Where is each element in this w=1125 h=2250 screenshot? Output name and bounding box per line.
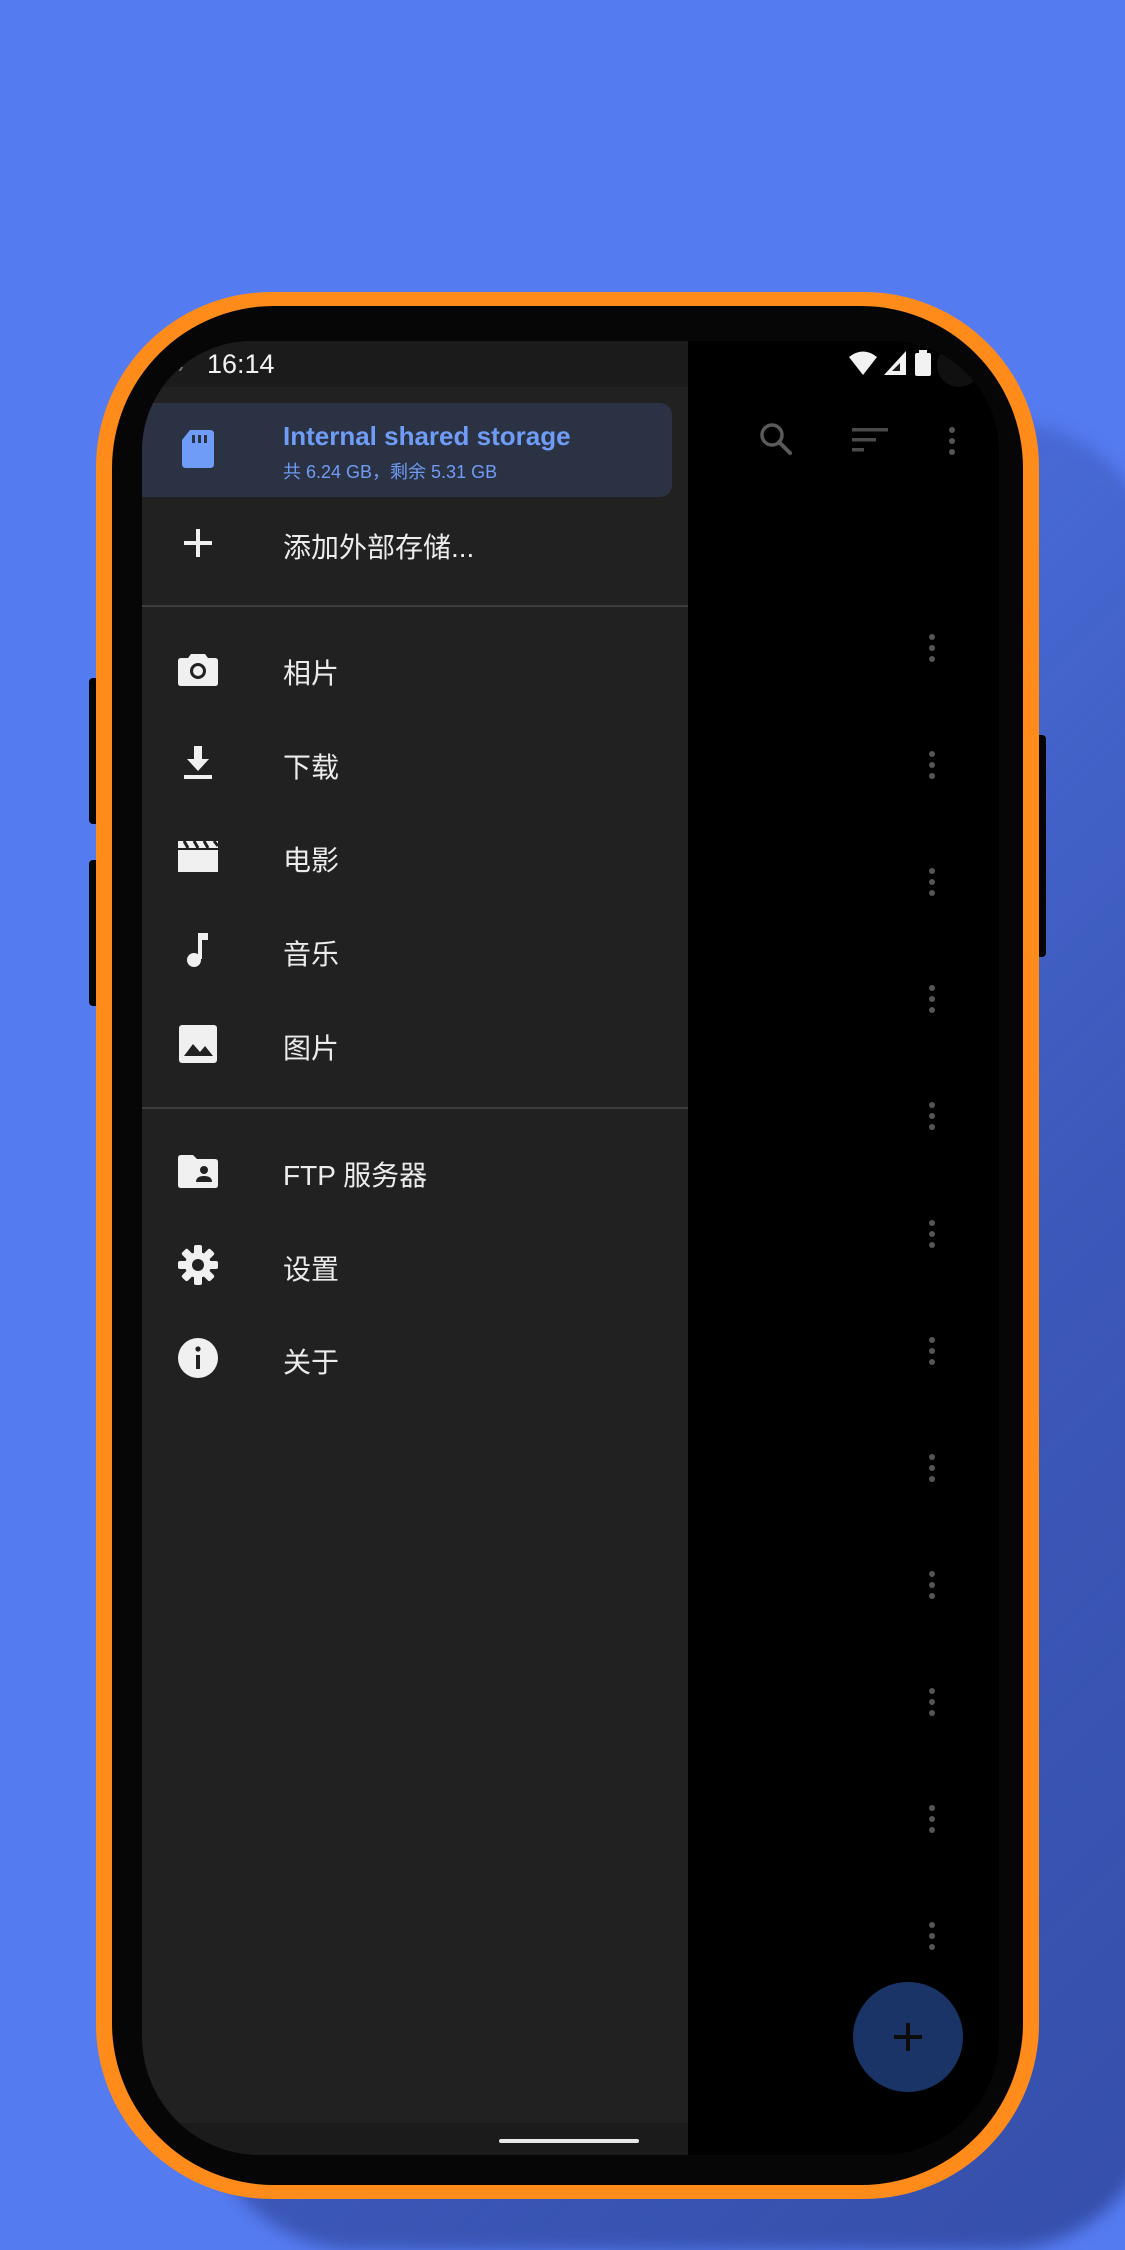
drawer-item-label: 电影: [283, 845, 340, 876]
file-more-icon[interactable]: [929, 985, 935, 1018]
overflow-menu-icon[interactable]: [949, 427, 955, 460]
file-more-icon[interactable]: [929, 1922, 935, 1955]
drawer-item-ftp-server[interactable]: FTP 服务器: [142, 1127, 688, 1215]
ftp-folder-icon: [178, 1155, 218, 1188]
front-camera: [937, 343, 981, 387]
file-more-icon[interactable]: [929, 1571, 935, 1604]
file-more-icon[interactable]: [929, 1688, 935, 1721]
drawer-item-movies[interactable]: 电影: [142, 812, 688, 900]
drawer-item-music[interactable]: 音乐: [142, 906, 688, 994]
drawer-item-photos[interactable]: 相片: [142, 625, 688, 713]
drawer-item-label: 添加外部存储...: [283, 532, 475, 563]
storage-title: Internal shared storage: [283, 421, 571, 451]
plus-icon: [184, 529, 212, 557]
gear-icon: [178, 1245, 218, 1285]
drawer-item-downloads[interactable]: 下载: [142, 719, 688, 807]
divider: [142, 605, 688, 607]
signal-icon: [884, 351, 906, 375]
file-more-icon[interactable]: [929, 1454, 935, 1487]
navigation-drawer: Internal shared storage 共 6.24 GB，剩余 5.3…: [142, 341, 688, 2155]
drawer-item-label: 下载: [283, 752, 340, 783]
screen: Internal shared storage 共 6.24 GB，剩余 5.3…: [142, 341, 999, 2155]
drawer-item-pictures[interactable]: 图片: [142, 1000, 688, 1088]
sd-card-icon: [182, 430, 214, 468]
search-icon[interactable]: [756, 419, 796, 459]
file-more-icon[interactable]: [929, 1102, 935, 1135]
add-fab-button[interactable]: [853, 1982, 963, 2092]
battery-icon: [915, 350, 931, 376]
wifi-icon: [849, 351, 877, 375]
drawer-item-add-storage[interactable]: 添加外部存储...: [142, 499, 688, 587]
file-more-icon[interactable]: [929, 868, 935, 901]
storage-usage: 共 6.24 GB，剩余 5.31 GB: [283, 462, 498, 482]
drawer-item-label: 图片: [283, 1033, 340, 1064]
drawer-item-settings[interactable]: 设置: [142, 1221, 688, 1309]
file-more-icon[interactable]: [929, 1805, 935, 1838]
status-bar: 16:14: [142, 341, 999, 387]
drawer-item-label: 音乐: [283, 939, 340, 970]
file-more-icon[interactable]: [929, 634, 935, 667]
home-indicator[interactable]: [499, 2139, 639, 2143]
music-icon: [187, 933, 208, 967]
file-more-icon[interactable]: [929, 1220, 935, 1253]
download-icon: [184, 746, 212, 779]
info-icon: [178, 1338, 218, 1378]
plus-icon: [894, 2023, 922, 2051]
image-icon: [179, 1025, 217, 1063]
drawer-item-about[interactable]: 关于: [142, 1314, 688, 1402]
status-time: 16:14: [207, 349, 275, 379]
drawer-item-label: 设置: [283, 1254, 340, 1285]
movie-icon: [178, 840, 220, 872]
file-more-icon[interactable]: [929, 1337, 935, 1370]
drawer-item-internal-storage[interactable]: Internal shared storage 共 6.24 GB，剩余 5.3…: [142, 403, 672, 497]
file-more-icon[interactable]: [929, 751, 935, 784]
divider: [142, 1107, 688, 1109]
camera-icon: [178, 654, 218, 686]
sort-icon[interactable]: [850, 423, 890, 457]
drawer-item-label: 关于: [283, 1347, 340, 1378]
drawer-item-label: FTP 服务器: [283, 1160, 428, 1191]
drawer-item-label: 相片: [283, 658, 340, 689]
